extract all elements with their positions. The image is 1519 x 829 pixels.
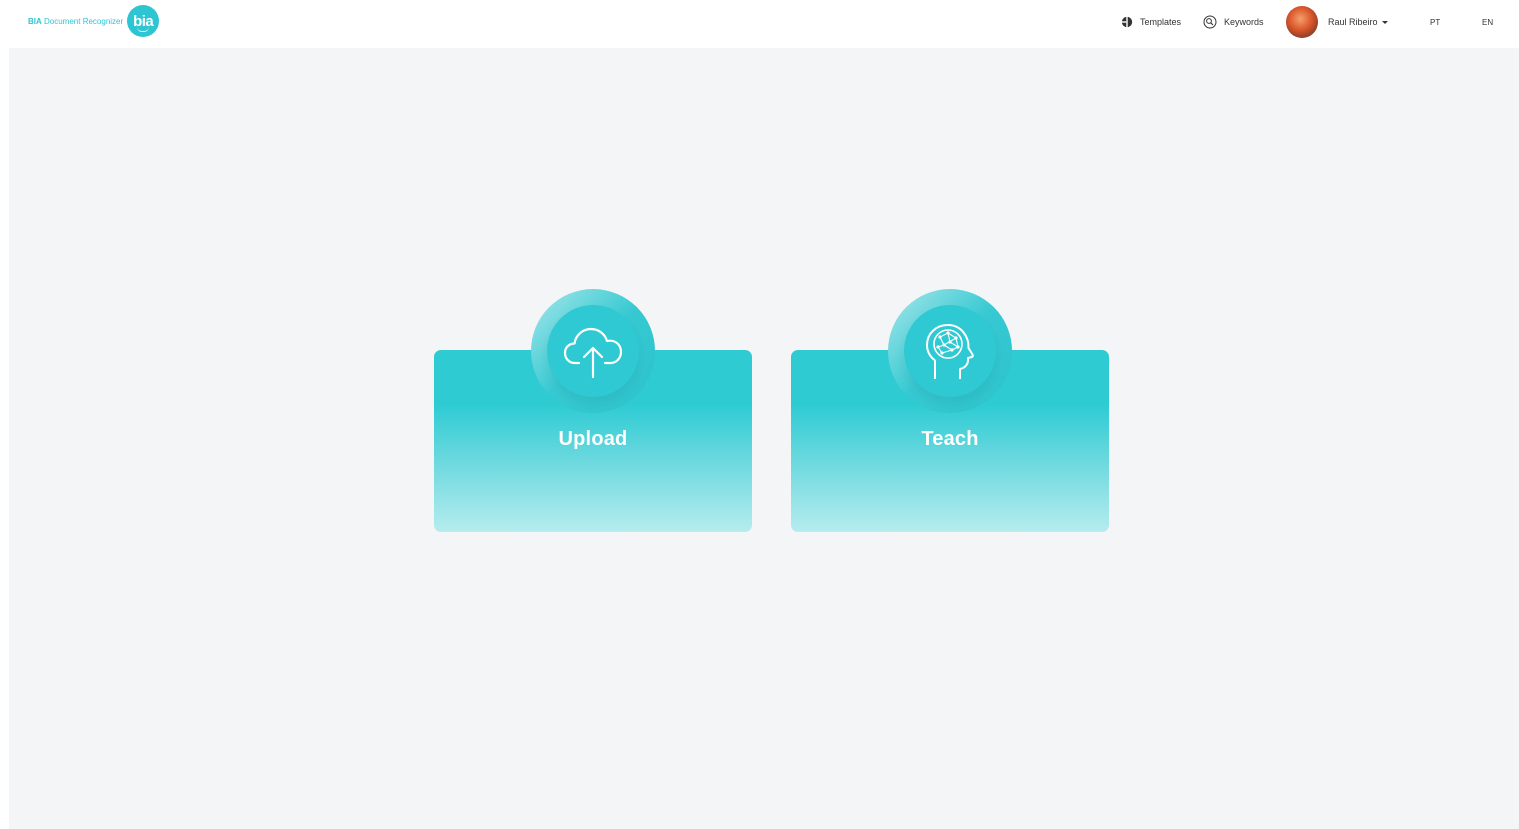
nav-templates[interactable]: Templates: [1121, 16, 1181, 28]
cloud-upload-icon: [563, 327, 623, 379]
avatar[interactable]: [1286, 6, 1318, 38]
main-content: Upload Teach: [9, 48, 1519, 829]
brand-logo: bia: [127, 5, 160, 37]
upload-badge-inner: [547, 305, 639, 397]
templates-icon: [1121, 16, 1133, 28]
top-bar: BIA Document Recognizer bia Templates Ke…: [0, 0, 1519, 48]
upload-card[interactable]: Upload: [434, 289, 752, 532]
nav-keywords[interactable]: Keywords: [1203, 15, 1264, 29]
teach-badge: [888, 289, 1012, 413]
brain-head-icon: [926, 324, 974, 379]
teach-card-label: Teach: [921, 428, 979, 450]
upload-badge: [531, 289, 655, 413]
upload-card-label: Upload: [558, 428, 628, 450]
teach-badge-inner: [904, 305, 996, 397]
keywords-icon: [1203, 15, 1217, 29]
user-name-label: Raul Ribeiro: [1328, 17, 1378, 27]
brand[interactable]: BIA Document Recognizer bia: [28, 4, 160, 38]
user-menu[interactable]: Raul Ribeiro: [1328, 17, 1388, 27]
teach-card[interactable]: Teach: [791, 289, 1109, 532]
brand-name: BIA Document Recognizer: [28, 16, 124, 26]
caret-down-icon: [1381, 20, 1388, 24]
nav-keywords-label: Keywords: [1224, 17, 1264, 27]
lang-en[interactable]: EN: [1482, 18, 1493, 27]
smile-icon: [137, 27, 150, 32]
lang-pt[interactable]: PT: [1430, 18, 1440, 27]
nav-templates-label: Templates: [1140, 17, 1182, 27]
